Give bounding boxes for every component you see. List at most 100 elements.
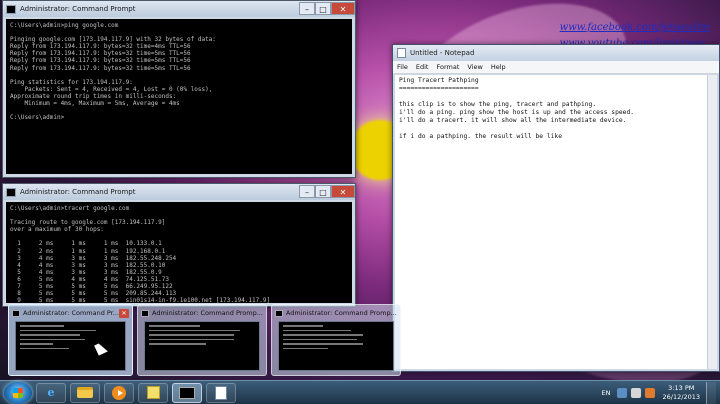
thumbnail-title: Administrator: Command Pr...: [23, 309, 120, 317]
clock[interactable]: 3:13 PM 26/12/2013: [663, 384, 700, 402]
thumbnail-cmd-2[interactable]: Administrator: Command Promp...: [137, 304, 267, 376]
cmd-window-ping[interactable]: Administrator: Command Prompt – □ ✕ C:\U…: [2, 0, 356, 178]
maximize-button[interactable]: □: [315, 2, 331, 15]
taskbar-internet-explorer[interactable]: e: [36, 382, 66, 403]
cmd-app-icon: [12, 309, 20, 317]
console-line: 9 5 ms 5 ms 5 ms sin01s14-in-f9.1e100.ne…: [10, 297, 271, 303]
action-center-icon[interactable]: [644, 387, 655, 398]
watermark-facebook: www.facebook.com/jetweelim: [559, 22, 710, 33]
cmd-app-icon: [141, 309, 150, 317]
console-line: 5 4 ms 3 ms 3 ms 182.55.0.9: [10, 268, 162, 276]
cmd-app-icon: [6, 187, 16, 197]
console-line: Minimum = 4ms, Maximum = 5ms, Average = …: [10, 100, 180, 108]
taskbar-command-prompt[interactable]: [172, 382, 202, 403]
console-line: C:\Users\admin>: [10, 114, 65, 122]
taskbar: e EN 3:13 PM 26/12/2013: [0, 380, 720, 404]
menu-item-format[interactable]: Format: [436, 63, 459, 71]
thumbnail-close-button[interactable]: ✕: [119, 308, 130, 318]
console-output[interactable]: C:\Users\admin>tracert google.com Tracin…: [6, 202, 352, 303]
media-player-icon: [112, 385, 126, 400]
start-button[interactable]: [4, 381, 32, 404]
network-icon[interactable]: [616, 387, 627, 398]
notepad-text-line: i'll do a ping. ping show the host is up…: [399, 109, 635, 116]
menu-item-file[interactable]: File: [397, 63, 408, 71]
thumbnail-cmd-3[interactable]: Administrator: Command Promp...: [270, 304, 401, 376]
notepad-text-line: [399, 125, 703, 133]
cmd-title: Administrator: Command Prompt: [20, 5, 136, 13]
menu-item-edit[interactable]: Edit: [416, 63, 429, 71]
taskbar-notepad[interactable]: [206, 382, 236, 403]
notepad-text-line: i'll do a tracert. it will show all the …: [399, 117, 627, 124]
console-line: 6 5 ms 4 ms 4 ms 74.125.51.73: [10, 275, 169, 283]
folder-icon: [77, 387, 93, 398]
system-tray: EN 3:13 PM 26/12/2013: [602, 381, 720, 404]
console-line: Reply from 173.194.117.9: bytes=32 time=…: [10, 50, 191, 58]
console-line: 1 2 ms 1 ms 1 ms 10.133.0.1: [10, 240, 162, 248]
internet-explorer-icon: e: [47, 386, 55, 399]
cmd-titlebar[interactable]: Administrator: Command Prompt – □ ✕: [3, 184, 355, 200]
menu-item-help[interactable]: Help: [491, 63, 506, 71]
taskbar-media-player[interactable]: [104, 382, 134, 403]
taskbar-sticky-notes[interactable]: [138, 382, 168, 403]
thumbnail-preview: [277, 321, 394, 371]
console-line: Pinging google.com [173.194.117.9] with …: [10, 36, 216, 44]
cmd-app-icon: [6, 4, 16, 14]
console-line: Packets: Sent = 4, Received = 4, Lost = …: [10, 85, 213, 93]
console-line: Approximate round trip times in milli-se…: [10, 92, 177, 100]
console-line: 4 4 ms 3 ms 3 ms 182.55.0.10: [10, 261, 166, 269]
console-line: Reply from 173.194.117.9: bytes=32 time=…: [10, 64, 191, 72]
sticky-notes-icon: [146, 386, 160, 399]
minimize-button[interactable]: –: [299, 2, 315, 15]
notepad-icon: [215, 385, 227, 400]
notepad-text-line: Ping Tracert Pathping: [399, 77, 479, 84]
cmd-titlebar[interactable]: Administrator: Command Prompt – □ ✕: [3, 1, 355, 17]
notepad-text-line: if i do a pathping. the result will be l…: [399, 133, 563, 140]
notepad-titlebar[interactable]: Untitled - Notepad: [393, 45, 719, 61]
notepad-title: Untitled - Notepad: [410, 49, 475, 57]
minimize-button[interactable]: –: [299, 185, 315, 198]
taskbar-explorer[interactable]: [70, 382, 100, 403]
console-line: 3 4 ms 3 ms 3 ms 182.55.248.254: [10, 254, 177, 262]
close-button[interactable]: ✕: [331, 185, 355, 198]
notepad-window[interactable]: Untitled - Notepad File Edit Format View Hel…: [392, 44, 720, 372]
console-line: Reply from 173.194.117.9: bytes=32 time=…: [10, 57, 191, 65]
notepad-text-line: this clip is to show the ping, tracert a…: [399, 101, 597, 108]
thumbnail-cmd-1[interactable]: Administrator: Command Pr... ✕: [8, 304, 134, 376]
notepad-text-area[interactable]: Ping Tracert Pathping ===================…: [395, 75, 707, 369]
console-line: over a maximum of 30 hops:: [10, 226, 104, 234]
maximize-button[interactable]: □: [315, 185, 331, 198]
show-desktop-button[interactable]: [706, 381, 716, 404]
notepad-text-line: [399, 93, 703, 101]
cmd-window-tracert[interactable]: Administrator: Command Prompt – □ ✕ C:\U…: [2, 183, 356, 307]
console-line: 8 5 ms 5 ms 5 ms 209.85.244.113: [10, 290, 177, 298]
thumbnail-preview: [144, 321, 260, 371]
menu-item-view[interactable]: View: [467, 63, 482, 71]
console-line: Ping statistics for 173.194.117.9:: [10, 78, 133, 86]
thumbnail-preview: [15, 321, 127, 371]
console-line: Reply from 173.194.117.9: bytes=32 time=…: [10, 43, 191, 51]
notepad-text-line: =====================: [399, 85, 479, 92]
language-indicator[interactable]: EN: [602, 389, 611, 397]
console-line: Tracing route to google.com [173.194.117…: [10, 219, 166, 227]
console-output[interactable]: C:\Users\admin>ping google.com Pinging g…: [6, 19, 352, 174]
vertical-scrollbar[interactable]: [707, 75, 717, 369]
clock-date: 26/12/2013: [662, 392, 700, 401]
console-line: 7 5 ms 5 ms 5 ms 66.249.95.122: [10, 283, 173, 291]
cmd-icon: [179, 386, 195, 399]
console-line: 2 2 ms 1 ms 1 ms 192.168.0.1: [10, 247, 166, 255]
cmd-app-icon: [274, 309, 283, 317]
close-button[interactable]: ✕: [331, 2, 355, 15]
taskbar-thumbnail-previews: Administrator: Command Pr... ✕ Administr…: [8, 304, 401, 376]
notepad-app-icon: [397, 48, 406, 58]
cmd-title: Administrator: Command Prompt: [20, 188, 136, 196]
console-line: C:\Users\admin>ping google.com: [10, 22, 119, 29]
volume-icon[interactable]: [630, 387, 641, 398]
thumbnail-title: Administrator: Command Promp...: [285, 309, 397, 317]
thumbnail-title: Administrator: Command Promp...: [152, 309, 263, 317]
clock-time: 3:13 PM: [668, 383, 695, 392]
